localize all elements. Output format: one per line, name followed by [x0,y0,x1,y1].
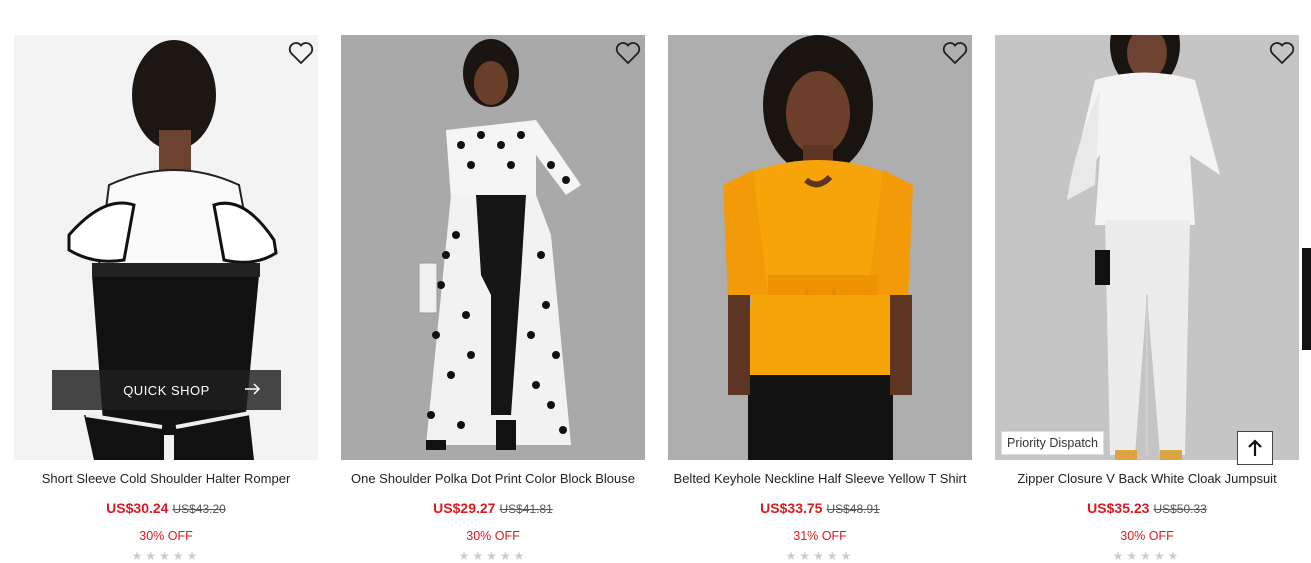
sale-price: US$35.23 [1087,500,1150,516]
sale-price: US$33.75 [760,500,823,516]
product-image[interactable]: Priority Dispatch [995,35,1299,460]
product-price: US$30.24 US$43.20 [14,500,318,516]
priority-dispatch-badge: Priority Dispatch [1001,431,1104,455]
arrow-right-icon [245,383,261,395]
discount-label: 30% OFF [1120,529,1174,543]
sale-price: US$29.27 [433,500,496,516]
product-title[interactable]: Belted Keyhole Neckline Half Sleeve Yell… [668,471,972,486]
wishlist-heart-icon[interactable] [942,41,968,65]
discount-label: 31% OFF [793,529,847,543]
original-price: US$48.91 [826,502,880,516]
product-title[interactable]: One Shoulder Polka Dot Print Color Block… [341,471,645,486]
arrow-up-icon [1248,439,1262,456]
product-card[interactable]: One Shoulder Polka Dot Print Color Block… [341,35,645,563]
product-card[interactable]: Priority Dispatch Zipper Closure V Back … [995,35,1299,563]
product-title[interactable]: Zipper Closure V Back White Cloak Jumpsu… [995,471,1299,486]
rating-stars: ★★★★★ [131,549,201,563]
quick-shop-button[interactable]: QUICK SHOP [52,370,281,410]
wishlist-heart-icon[interactable] [1269,41,1295,65]
product-grid: QUICK SHOP Short Sleeve Cold Shoulder Ha… [14,35,1299,563]
wishlist-heart-icon[interactable] [288,41,314,65]
original-price: US$50.33 [1153,502,1207,516]
product-title[interactable]: Short Sleeve Cold Shoulder Halter Romper [14,471,318,486]
sale-price: US$30.24 [106,500,169,516]
rating-stars: ★★★★★ [458,549,528,563]
quick-shop-label: QUICK SHOP [123,382,210,398]
product-card[interactable]: Belted Keyhole Neckline Half Sleeve Yell… [668,35,972,563]
product-image[interactable] [668,35,972,460]
product-image[interactable]: QUICK SHOP [14,35,318,460]
product-price: US$29.27 US$41.81 [341,500,645,516]
discount-label: 30% OFF [466,529,520,543]
original-price: US$43.20 [172,502,226,516]
product-card[interactable]: QUICK SHOP Short Sleeve Cold Shoulder Ha… [14,35,318,563]
product-price: US$35.23 US$50.33 [995,500,1299,516]
rating-stars: ★★★★★ [1112,549,1182,563]
wishlist-heart-icon[interactable] [615,41,641,65]
side-feedback-tab[interactable] [1302,248,1311,350]
original-price: US$41.81 [499,502,553,516]
product-price: US$33.75 US$48.91 [668,500,972,516]
product-image[interactable] [341,35,645,460]
rating-stars: ★★★★★ [785,549,855,563]
back-to-top-button[interactable] [1237,431,1273,465]
discount-label: 30% OFF [139,529,193,543]
